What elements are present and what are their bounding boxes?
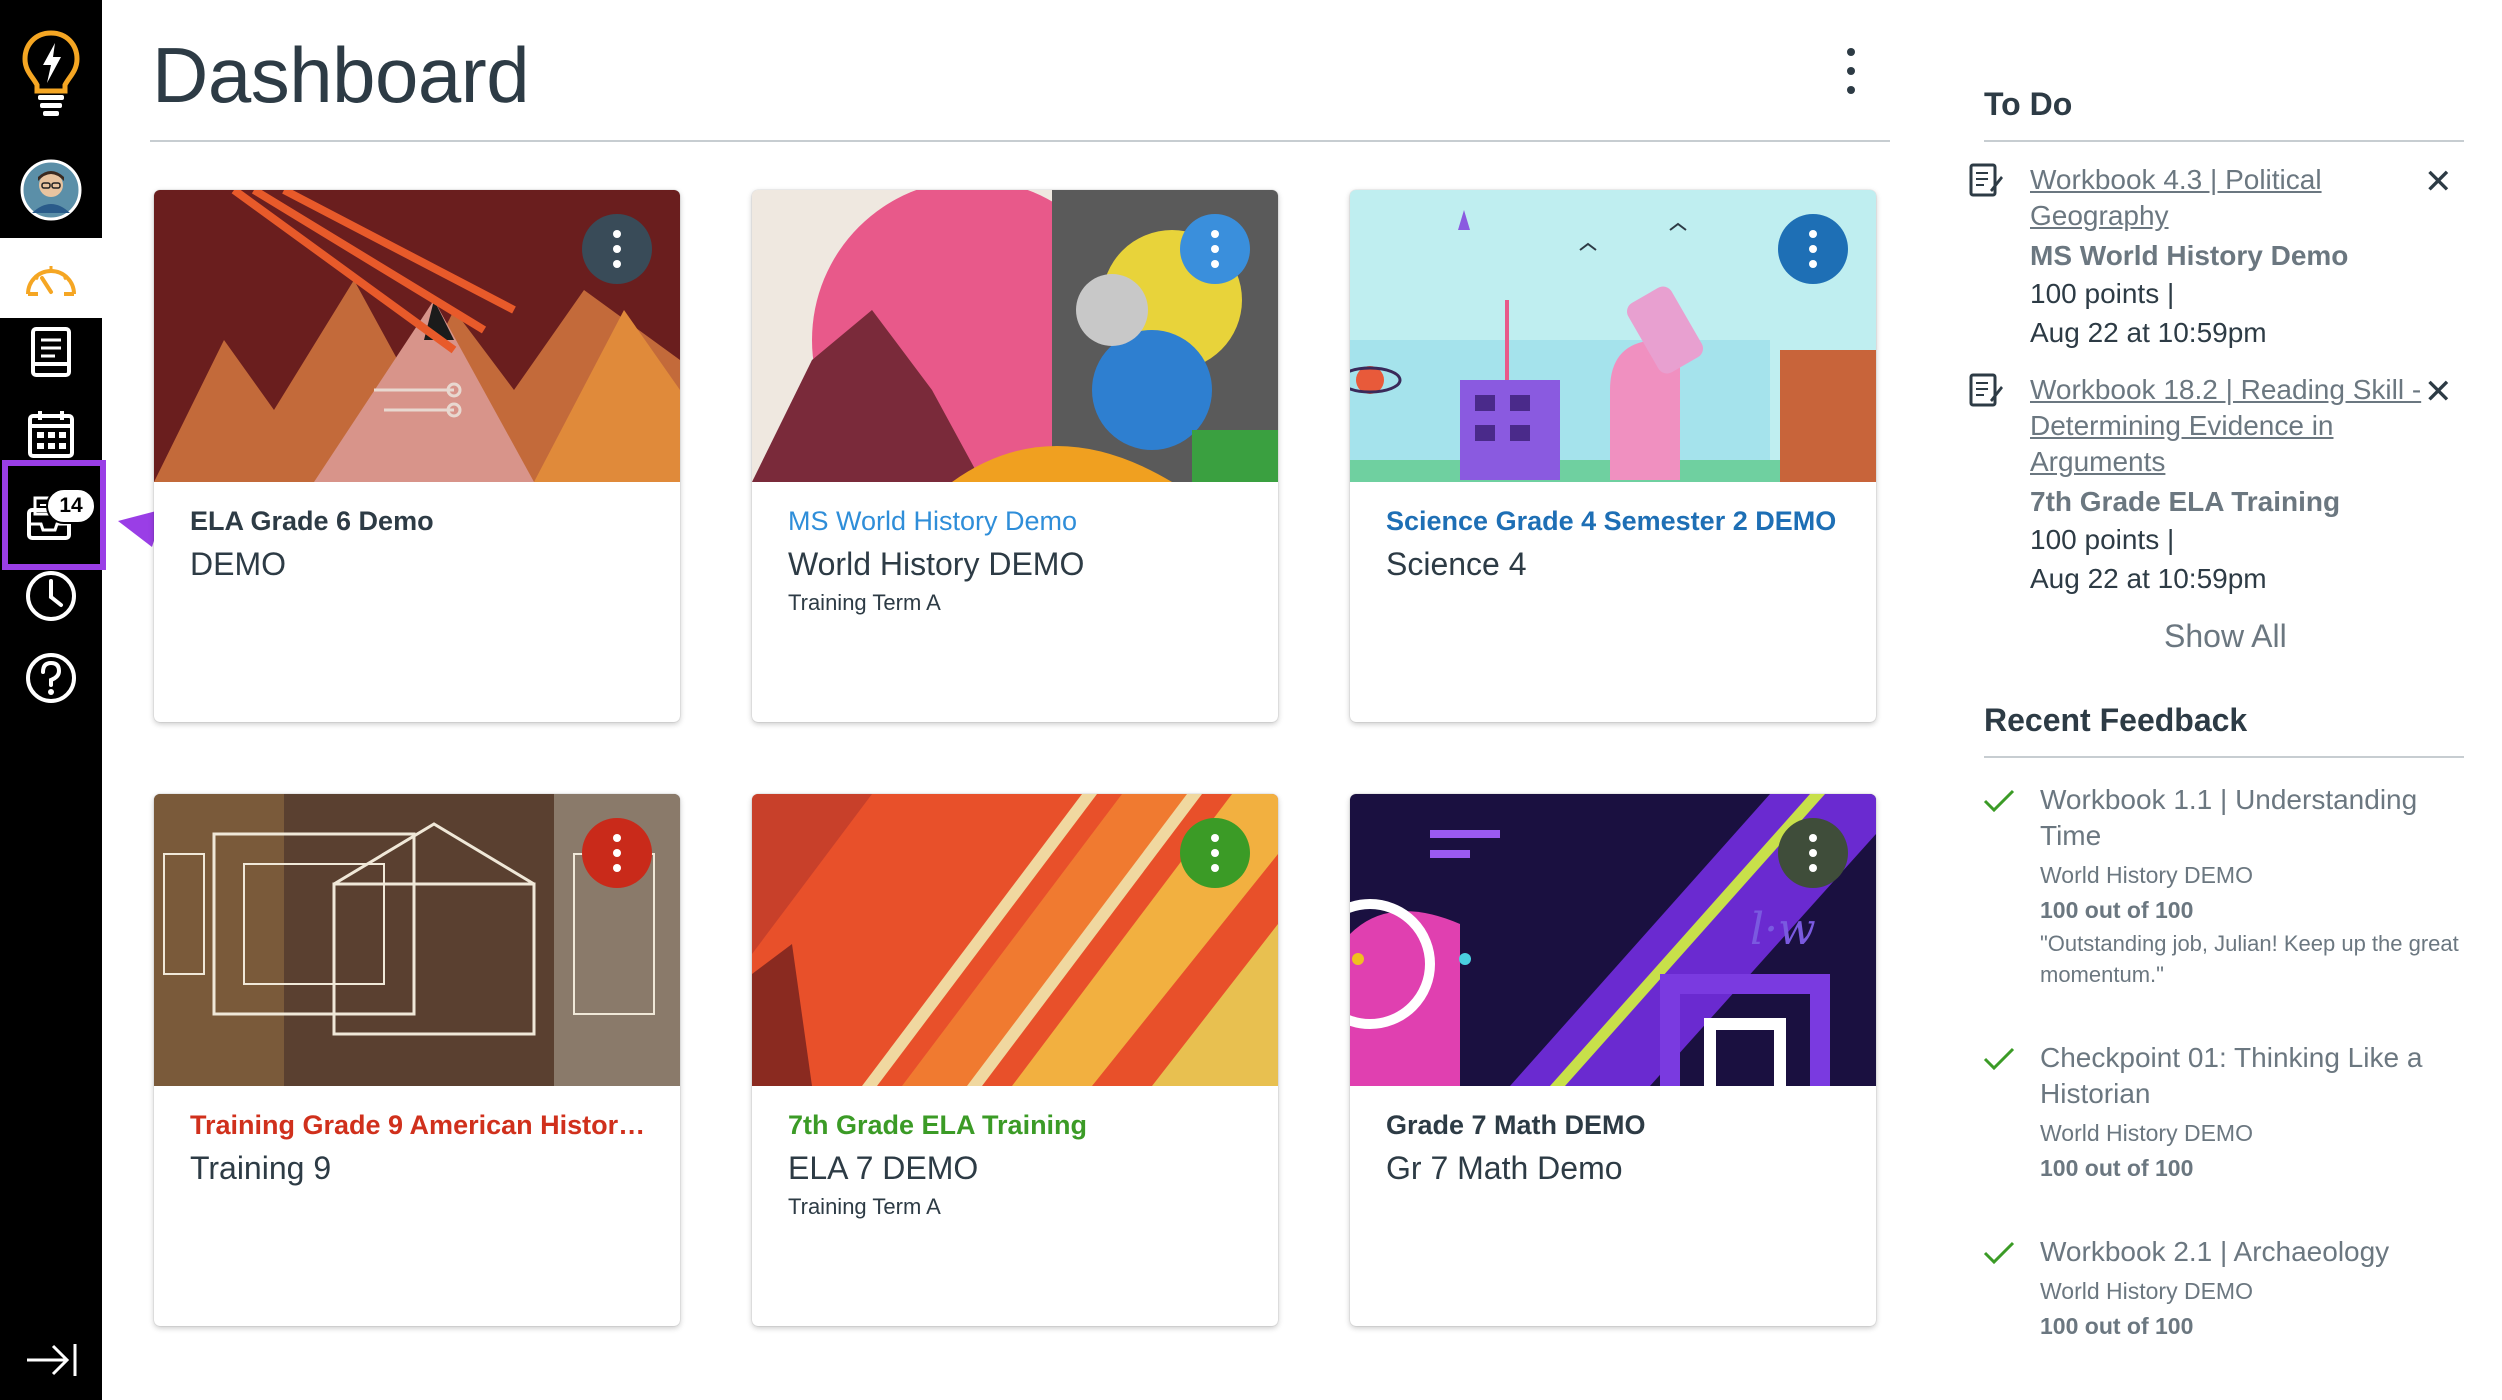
kebab-dot <box>1847 86 1855 94</box>
course-card-name[interactable]: ELA Grade 6 Demo <box>190 506 650 537</box>
avatar <box>20 159 82 221</box>
course-card-term: Training Term A <box>788 1194 941 1219</box>
assignment-icon <box>1969 163 2003 197</box>
course-card-name[interactable]: 7th Grade ELA Training <box>788 1110 1248 1141</box>
feedback-score: 100 out of 100 <box>2040 1313 2194 1339</box>
kebab-dot <box>1847 48 1855 56</box>
course-card[interactable]: ELA Grade 6 Demo DEMO <box>154 190 680 722</box>
collapse-arrow-icon <box>27 1344 77 1376</box>
show-all-todo-link[interactable]: Show All <box>2164 618 2287 655</box>
recent-feedback-heading: Recent Feedback <box>1984 702 2248 738</box>
header-divider <box>150 140 1890 142</box>
feedback-course: World History DEMO <box>2040 862 2253 888</box>
course-card-name[interactable]: Science Grade 4 Semester 2 DEMO <box>1386 506 1846 537</box>
book-icon <box>31 327 71 377</box>
course-card[interactable]: 7th Grade ELA Training ELA 7 DEMO Traini… <box>752 794 1278 1326</box>
nav-help[interactable] <box>0 638 102 718</box>
card-options-button[interactable] <box>582 818 652 888</box>
todo-due-date: Aug 22 at 10:59pm <box>2030 317 2267 348</box>
card-options-button[interactable] <box>1180 214 1250 284</box>
todo-item[interactable]: Workbook 18.2 | Reading Skill - Determin… <box>1969 372 2460 598</box>
course-card[interactable]: MS World History Demo World History DEMO… <box>752 190 1278 722</box>
dismiss-todo-button[interactable]: ✕ <box>2424 372 2453 412</box>
feedback-title[interactable]: Checkpoint 01: Thinking Like a Historian <box>2040 1040 2460 1112</box>
course-card-name[interactable]: Grade 7 Math DEMO <box>1386 1110 1846 1141</box>
todo-points: 100 points | <box>2030 524 2175 555</box>
feedback-score: 100 out of 100 <box>2040 897 2194 923</box>
svg-text:l·w: l·w <box>1750 904 1816 955</box>
todo-divider <box>1984 140 2464 142</box>
course-card[interactable]: Training Grade 9 American History... Tra… <box>154 794 680 1326</box>
course-card-code: ELA 7 DEMO <box>788 1150 979 1186</box>
todo-course: MS World History Demo <box>2030 240 2349 271</box>
course-card-code: DEMO <box>190 546 286 582</box>
course-card-term: Training Term A <box>788 590 941 615</box>
todo-item[interactable]: Workbook 4.3 | Political Geography MS Wo… <box>1969 162 2460 352</box>
dashboard-options-button[interactable] <box>1836 48 1866 94</box>
todo-due-date: Aug 22 at 10:59pm <box>2030 563 2267 594</box>
feedback-item[interactable]: Workbook 1.1 | Understanding Time World … <box>1983 782 2460 990</box>
card-options-button[interactable] <box>582 214 652 284</box>
annotation-highlight-box <box>2 460 106 570</box>
calendar-icon <box>28 411 74 458</box>
todo-assignment-link[interactable]: Workbook 4.3 | Political Geography <box>2030 162 2460 234</box>
course-card[interactable]: l·w Grade 7 Math DEMO Gr 7 Math Demo <box>1350 794 1876 1326</box>
todo-points: 100 points | <box>2030 278 2175 309</box>
feedback-divider <box>1984 756 2464 758</box>
feedback-course: World History DEMO <box>2040 1120 2253 1146</box>
page-title: Dashboard <box>152 31 530 119</box>
global-nav: 14 <box>0 0 102 1400</box>
speedometer-icon <box>26 266 76 296</box>
course-card-code: Gr 7 Math Demo <box>1386 1150 1623 1186</box>
lightbulb-logo-icon <box>22 30 80 116</box>
course-card-code: Training 9 <box>190 1150 332 1186</box>
card-options-button[interactable] <box>1778 214 1848 284</box>
course-card-name[interactable]: Training Grade 9 American History... <box>190 1110 650 1141</box>
feedback-course: World History DEMO <box>2040 1278 2253 1304</box>
card-options-button[interactable] <box>1180 818 1250 888</box>
course-card-code: World History DEMO <box>788 546 1085 582</box>
question-icon <box>26 653 76 703</box>
clock-icon <box>26 571 76 621</box>
course-card-name[interactable]: MS World History Demo <box>788 506 1248 537</box>
logo-link[interactable] <box>0 26 102 122</box>
feedback-item[interactable]: Workbook 2.1 | Archaeology World History… <box>1983 1234 2460 1340</box>
course-card-code: Science 4 <box>1386 546 1527 582</box>
feedback-comment: "Outstanding job, Julian! Keep up the gr… <box>2040 931 2459 987</box>
feedback-title[interactable]: Workbook 2.1 | Archaeology <box>2040 1234 2460 1270</box>
nav-dashboard[interactable] <box>0 238 102 318</box>
todo-assignment-link[interactable]: Workbook 18.2 | Reading Skill - Determin… <box>2030 372 2460 480</box>
dismiss-todo-button[interactable]: ✕ <box>2424 162 2453 202</box>
assignment-icon <box>1969 373 2003 407</box>
course-card[interactable]: Science Grade 4 Semester 2 DEMO Science … <box>1350 190 1876 722</box>
feedback-title[interactable]: Workbook 1.1 | Understanding Time <box>2040 782 2460 854</box>
checkmark-icon <box>1983 789 2015 813</box>
collapse-nav-button[interactable] <box>0 1320 102 1400</box>
checkmark-icon <box>1983 1047 2015 1071</box>
card-options-button[interactable] <box>1778 818 1848 888</box>
account-link[interactable] <box>0 150 102 230</box>
feedback-item[interactable]: Checkpoint 01: Thinking Like a Historian… <box>1983 1040 2460 1182</box>
feedback-score: 100 out of 100 <box>2040 1155 2194 1181</box>
todo-heading: To Do <box>1984 86 2073 122</box>
nav-courses[interactable] <box>0 312 102 392</box>
kebab-dot <box>1847 67 1855 75</box>
checkmark-icon <box>1983 1241 2015 1265</box>
todo-course: 7th Grade ELA Training <box>2030 486 2341 517</box>
